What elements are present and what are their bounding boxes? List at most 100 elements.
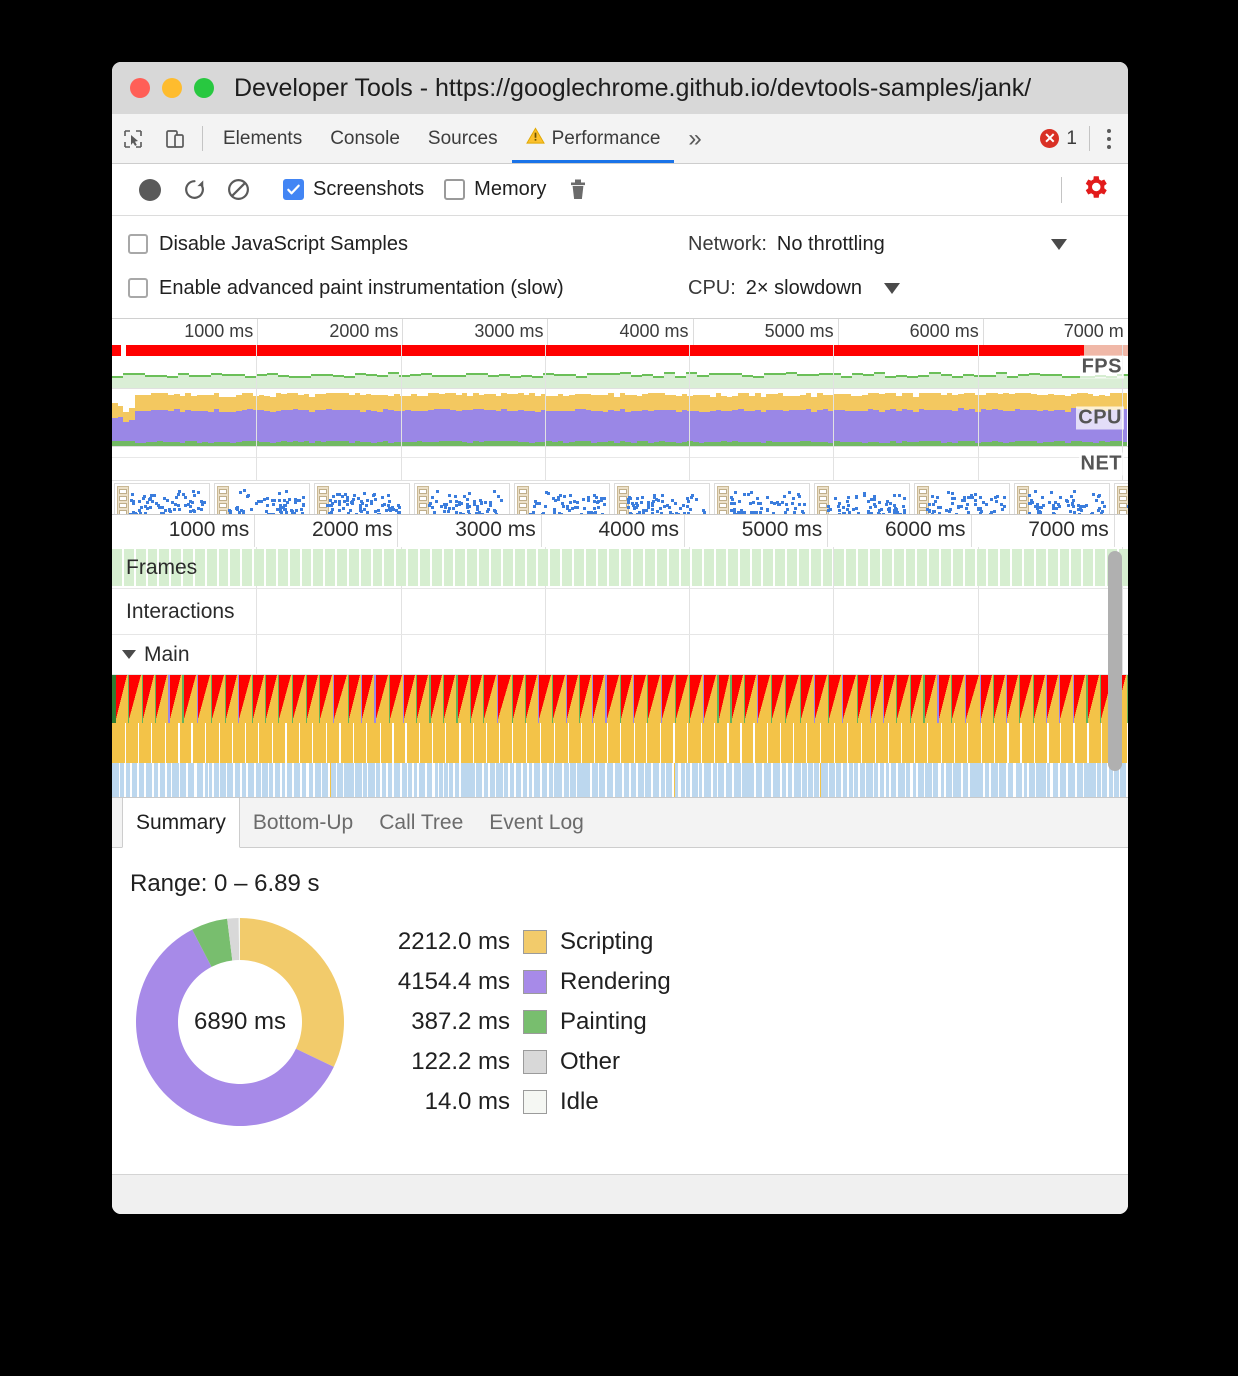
flame-cell[interactable] [635, 723, 647, 763]
summary-donut-chart[interactable]: 6890 ms [132, 914, 348, 1130]
flame-cell[interactable] [843, 675, 856, 723]
flame-cell[interactable] [911, 675, 923, 723]
flame-cell[interactable] [675, 723, 687, 763]
flame-cell[interactable] [876, 723, 888, 763]
flame-cell[interactable] [431, 675, 444, 723]
tab-call-tree[interactable]: Call Tree [366, 798, 476, 847]
flame-cell[interactable] [484, 675, 497, 723]
legend-row[interactable]: 14.0 msIdle [362, 1088, 671, 1116]
flame-cell[interactable] [1035, 723, 1048, 763]
flame-cell[interactable] [253, 675, 265, 723]
flame-cell[interactable] [1126, 763, 1128, 798]
flame-cell[interactable] [835, 723, 847, 763]
flame-cell[interactable] [320, 675, 333, 723]
legend-row[interactable]: 4154.4 msRendering [362, 968, 671, 996]
flame-cell[interactable] [1088, 675, 1100, 723]
flame-cell[interactable] [233, 723, 245, 763]
flame-cell[interactable] [461, 763, 468, 798]
flame-cell[interactable] [690, 675, 703, 723]
flame-cell[interactable] [474, 723, 486, 763]
flame-cell[interactable] [939, 675, 951, 723]
flame-cell[interactable] [334, 675, 347, 723]
flame-cell[interactable] [897, 675, 910, 723]
flame-cell[interactable] [607, 675, 620, 723]
flame-cell[interactable] [995, 723, 1007, 763]
memory-checkbox[interactable]: Memory [434, 178, 556, 201]
flame-cell[interactable] [259, 723, 271, 763]
flame-cell[interactable] [991, 763, 998, 798]
flame-cell[interactable] [821, 763, 828, 798]
flame-cell[interactable] [742, 723, 754, 763]
flame-cell[interactable] [293, 675, 306, 723]
flame-cell[interactable] [1074, 675, 1086, 723]
flame-cell[interactable] [889, 723, 901, 763]
flame-cell[interactable] [1127, 675, 1128, 723]
cpu-throttling-select[interactable]: CPU: 2× slowdown [688, 277, 900, 300]
flame-cell[interactable] [367, 723, 380, 763]
flame-cell[interactable] [407, 723, 419, 763]
filmstrip-frame[interactable] [814, 483, 910, 515]
flame-cell[interactable] [871, 675, 883, 723]
flame-cell[interactable] [198, 675, 211, 723]
flame-cell[interactable] [755, 723, 767, 763]
filmstrip-frame[interactable] [114, 483, 210, 515]
flame-cell[interactable] [287, 723, 299, 763]
gear-icon[interactable] [1080, 172, 1110, 207]
flamechart-pane[interactable]: 1000 ms2000 ms3000 ms4000 ms5000 ms6000 … [112, 515, 1128, 798]
flame-cell[interactable] [1060, 675, 1073, 723]
flame-cell[interactable] [704, 675, 717, 723]
flame-cell[interactable] [212, 675, 224, 723]
flame-cell[interactable] [982, 723, 994, 763]
track-main-header[interactable]: Main [122, 643, 190, 667]
flame-cell[interactable] [745, 675, 757, 723]
flame-cell[interactable] [294, 763, 301, 798]
flame-cell[interactable] [458, 675, 470, 723]
flame-cell[interactable] [513, 723, 526, 763]
flame-cell[interactable] [968, 723, 981, 763]
flame-cell[interactable] [608, 723, 620, 763]
flame-cell[interactable] [112, 723, 125, 763]
flame-cell[interactable] [772, 675, 785, 723]
flame-cell[interactable] [862, 723, 875, 763]
flame-cell[interactable] [193, 723, 205, 763]
flame-cell[interactable] [821, 723, 834, 763]
flame-cell[interactable] [702, 723, 714, 763]
flame-cell[interactable] [815, 675, 828, 723]
flame-cell[interactable] [952, 675, 965, 723]
flame-cell[interactable] [341, 723, 353, 763]
tab-console[interactable]: Console [316, 114, 414, 163]
flame-cell[interactable] [801, 675, 814, 723]
flame-cell[interactable] [999, 763, 1006, 798]
flame-cell[interactable] [273, 723, 286, 763]
flame-cell[interactable] [1061, 723, 1073, 763]
filmstrip[interactable] [112, 481, 1128, 515]
kebab-menu-icon[interactable] [1090, 114, 1128, 163]
flame-cell[interactable] [539, 675, 552, 723]
device-toolbar-icon[interactable] [154, 114, 196, 163]
flame-cell[interactable] [541, 723, 554, 763]
cursor-select-icon[interactable] [112, 114, 154, 163]
flame-cell[interactable] [621, 723, 633, 763]
flame-cell[interactable] [970, 763, 977, 798]
flame-cell[interactable] [420, 723, 432, 763]
flame-cell[interactable] [1007, 675, 1019, 723]
flame-cell[interactable] [376, 675, 389, 723]
flame-cell[interactable] [719, 675, 731, 723]
flame-cell[interactable] [1089, 723, 1101, 763]
flame-cell[interactable] [166, 723, 178, 763]
advanced-paint-checkbox[interactable]: Enable advanced paint instrumentation (s… [128, 277, 688, 300]
tab-event-log[interactable]: Event Log [476, 798, 597, 847]
flame-cell[interactable] [468, 763, 475, 798]
flame-cell[interactable] [246, 723, 258, 763]
minimize-window-button[interactable] [162, 78, 182, 98]
flame-cell[interactable] [381, 723, 393, 763]
flame-cell[interactable] [471, 675, 483, 723]
flame-cell[interactable] [498, 675, 511, 723]
flame-cell[interactable] [955, 723, 967, 763]
flame-cell[interactable] [307, 675, 319, 723]
flame-cell[interactable] [527, 723, 540, 763]
flame-cell[interactable] [197, 763, 204, 798]
flame-cell[interactable] [807, 723, 820, 763]
flame-cell[interactable] [582, 723, 594, 763]
flame-cell[interactable] [313, 723, 326, 763]
